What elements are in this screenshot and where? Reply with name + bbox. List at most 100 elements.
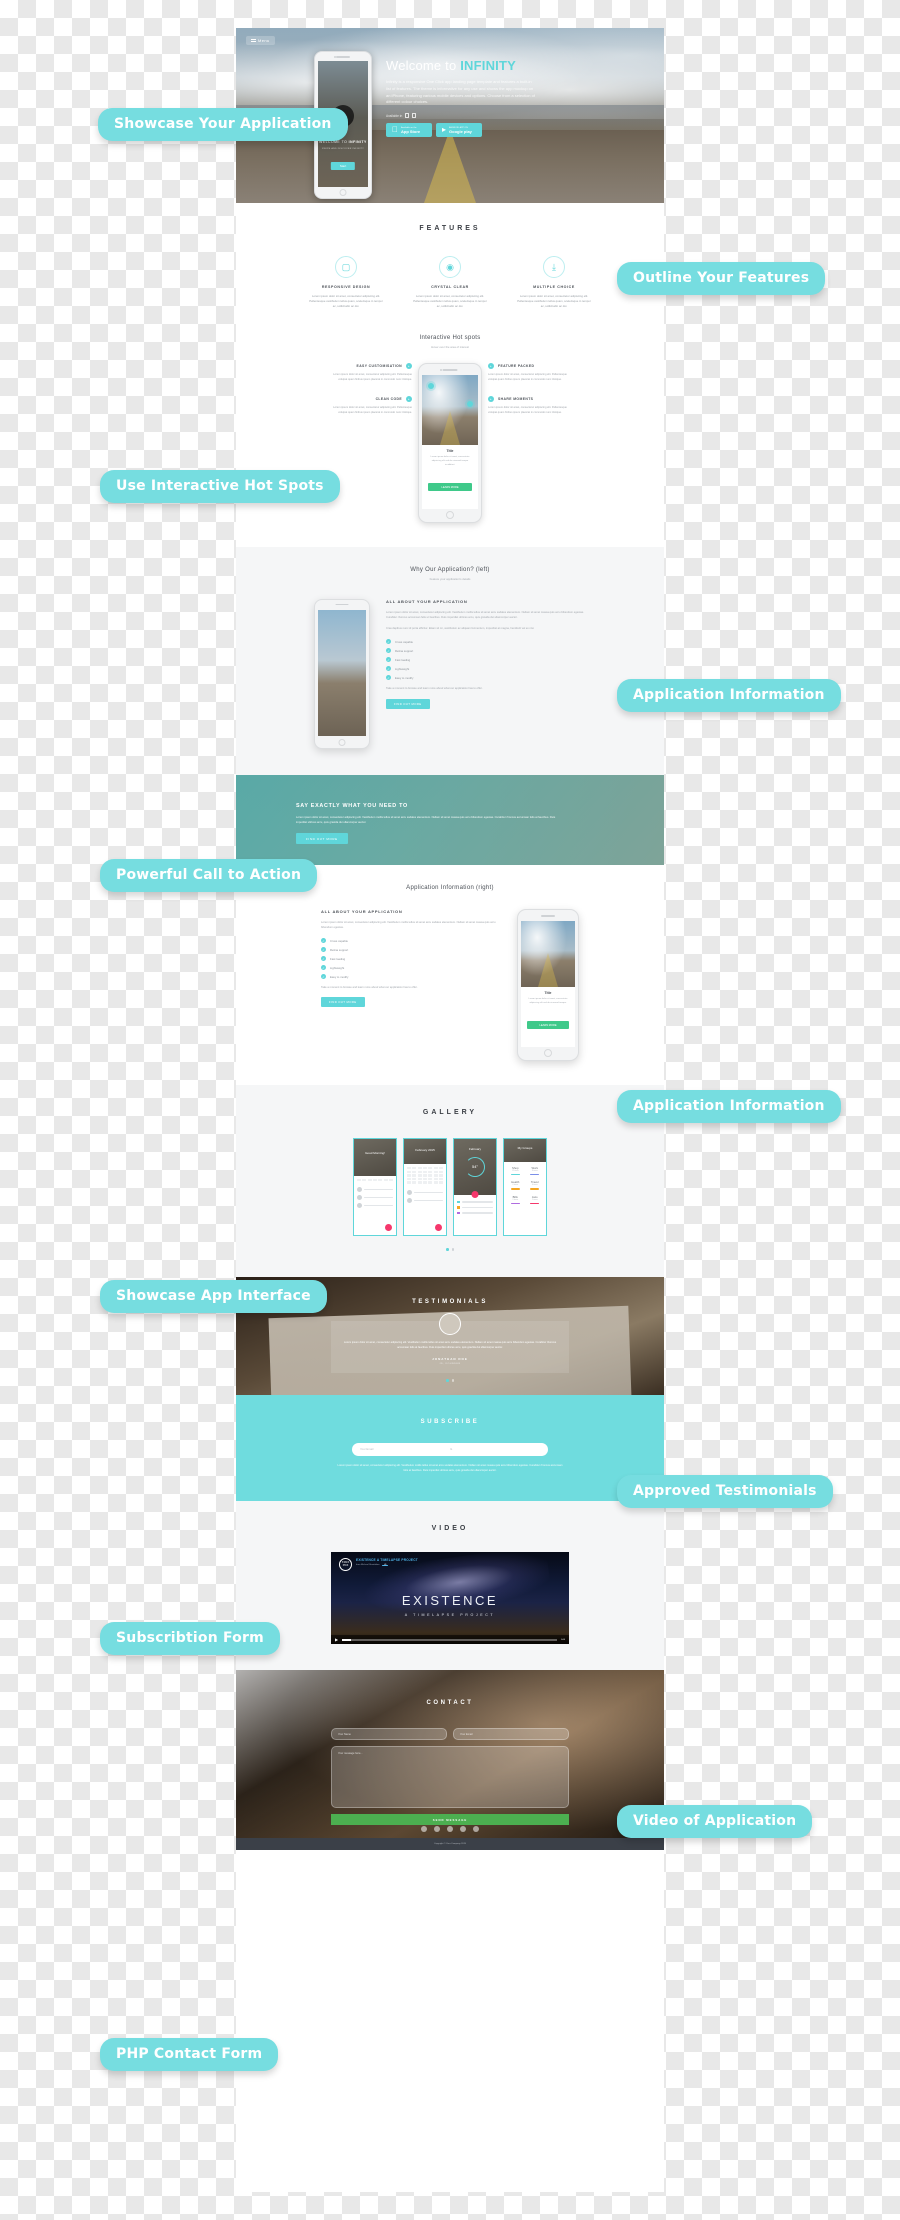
- feature-item: ▢ RESPONSIVE DESIGN Lorem ipsum dolor si…: [309, 256, 383, 309]
- hotspots-phone-screen: Title Lorem ipsum dolor sit amet, consec…: [422, 375, 478, 510]
- appinfo-subheading: Feature your application's details: [429, 577, 471, 582]
- testimonials-pagination[interactable]: [236, 1379, 664, 1382]
- cell-sub: 2 items: [531, 1198, 538, 1201]
- hero-copy: Welcome to INFINITY Infinity is a respon…: [386, 58, 536, 138]
- send-icon[interactable]: ➤: [450, 1447, 540, 1451]
- subscribe-email-input[interactable]: Your Email: [360, 1447, 450, 1451]
- hero-title: Welcome to INFINITY: [386, 58, 536, 73]
- contact-email-input[interactable]: Your Email: [453, 1728, 569, 1741]
- hotspots-right-column: + FEATURE PACKED Lorem ipsum dolor sit a…: [488, 363, 574, 430]
- google-plus-icon[interactable]: [447, 1826, 453, 1833]
- app-store-button[interactable]:  Available on the App Store: [386, 123, 432, 138]
- text-placeholder: [461, 1201, 493, 1203]
- video-brand: STAFF PICK EXISTENCE A TIMELAPSE PROJECT…: [339, 1558, 418, 1572]
- hotspot-item[interactable]: + FEATURE PACKED Lorem ipsum dolor sit a…: [488, 363, 574, 382]
- list-item-label: Cross capable: [395, 639, 413, 644]
- facebook-icon[interactable]: [421, 1826, 427, 1833]
- add-fab-icon[interactable]: [435, 1224, 442, 1232]
- pagination-dot[interactable]: [451, 1248, 454, 1251]
- appinfo2-find-out-more-button[interactable]: FIND OUT MORE: [321, 997, 365, 1008]
- phone-start-button[interactable]: Start: [330, 161, 356, 170]
- send-message-button[interactable]: SEND MESSAGE: [331, 1814, 569, 1826]
- hotspot-dot-icon[interactable]: +: [488, 363, 494, 370]
- hotspots-phone-image: [422, 375, 478, 445]
- contact-message-textarea[interactable]: Your message here...: [331, 1746, 569, 1809]
- cell-underline: [530, 1188, 540, 1190]
- list-item: ✓ Lightweight: [321, 965, 501, 971]
- hotspot-item[interactable]: CLEAN CODE + Lorem ipsum dolor sit amet,…: [326, 396, 412, 415]
- hotspot-dot-icon[interactable]: +: [488, 396, 494, 403]
- play-icon[interactable]: ▶: [335, 1637, 338, 1642]
- text-placeholder: [461, 1212, 493, 1214]
- tablet-device-icon: [412, 113, 417, 119]
- appinfo-body-heading: ALL ABOUT YOUR APPLICATION: [386, 599, 468, 605]
- pagination-dot[interactable]: [451, 1379, 454, 1382]
- avatar: [357, 1194, 362, 1200]
- gallery-row: Good Morning! February 2015 February 54°…: [236, 1138, 664, 1237]
- contact-name-email-row: Your Name Your Email: [331, 1728, 569, 1741]
- social-links[interactable]: [236, 1826, 664, 1833]
- gallery-screen[interactable]: February 54°: [453, 1138, 497, 1237]
- hotspot-item[interactable]: EASY CUSTOMISATION + Lorem ipsum dolor s…: [326, 363, 412, 382]
- grid-cell[interactable]: Auto 2 items: [528, 1195, 543, 1204]
- grid-cell[interactable]: Bills 3 items: [508, 1195, 523, 1204]
- video-controls[interactable]: ▶ 0:00: [331, 1635, 569, 1645]
- add-fab-icon[interactable]: [385, 1224, 392, 1232]
- grid-cell[interactable]: Health 4 items: [508, 1180, 523, 1190]
- gallery-pagination[interactable]: [236, 1248, 664, 1251]
- hotspots-subheading: Hover over the area of interest: [431, 345, 469, 350]
- list-item: ✓ Easy to modify: [386, 675, 586, 681]
- menu-button[interactable]: Menu: [246, 36, 275, 45]
- instagram-icon[interactable]: [460, 1826, 466, 1833]
- list-item-label: Cross capable: [330, 938, 348, 943]
- gallery-screen[interactable]: Good Morning!: [353, 1138, 397, 1237]
- hotspot-dot-icon[interactable]: +: [406, 363, 412, 370]
- grid-cell[interactable]: Work 8 items: [528, 1166, 543, 1176]
- pagination-dot[interactable]: [446, 1379, 449, 1382]
- twitter-icon[interactable]: [434, 1826, 440, 1833]
- hotspot-item[interactable]: + SHARE MOMENTS Lorem ipsum dolor sit am…: [488, 396, 574, 415]
- hotspot-marker-icon[interactable]: [428, 383, 434, 390]
- contact-heading: CONTACT: [426, 1700, 474, 1707]
- cell-underline: [530, 1202, 540, 1204]
- gallery-screen[interactable]: My Groups Shop 12 items Work 8 items Healt…: [503, 1138, 547, 1237]
- check-icon: ✓: [321, 947, 326, 953]
- list-item-label: Lightweight: [330, 965, 345, 970]
- hotspot-marker-icon[interactable]: [467, 401, 473, 408]
- app-information-right-section: Application Information (right) ALL ABOU…: [236, 865, 664, 1086]
- gallery-list: [454, 1195, 496, 1221]
- grid-cell[interactable]: Travel 6 items: [528, 1180, 543, 1190]
- video-big-title: EXISTENCE: [401, 1592, 499, 1608]
- video-heading: VIDEO: [431, 1525, 469, 1533]
- check-icon: ✓: [386, 666, 391, 672]
- template-preview-page: Menu ∞ WELCOME TO INFINITY SWIPE AND DIS…: [236, 28, 664, 2192]
- google-play-button[interactable]: ▸ ANDROID APP ON Google play: [436, 123, 482, 138]
- card-learn-more-button[interactable]: LEARN MORE: [428, 483, 472, 492]
- appinfo-find-out-more-button[interactable]: FIND OUT MORE: [386, 698, 430, 709]
- contact-name-input[interactable]: Your Name: [331, 1728, 447, 1741]
- pagination-dot[interactable]: [446, 1248, 449, 1251]
- appinfo-list: ✓ Cross capable ✓ Retina support ✓ Fast loa…: [386, 639, 586, 681]
- mobile-glyph: ▢: [341, 261, 351, 272]
- grid-cell[interactable]: Shop 12 items: [508, 1166, 523, 1176]
- video-progress-bar[interactable]: [342, 1639, 558, 1641]
- callout-badge-approved-testimonials: Approved Testimonials: [617, 1475, 833, 1508]
- cta-button[interactable]: FIND OUT MORE: [296, 833, 348, 845]
- dribbble-icon[interactable]: [473, 1826, 479, 1833]
- list-item-label: Retina support: [330, 947, 349, 952]
- list-item: ✓ Fast loading: [386, 657, 586, 663]
- feature-item: ◉ CRYSTAL CLEAR Lorem ipsum dolor sit am…: [413, 256, 487, 309]
- subscribe-heading: SUBSCRIBE: [420, 1418, 480, 1425]
- card-learn-more-button[interactable]: LEARN MORE: [527, 1021, 569, 1030]
- action-fab-icon[interactable]: [471, 1190, 479, 1198]
- subscribe-paragraph: Lorem ipsum dolor sit amet, consectetur …: [337, 1463, 563, 1472]
- gallery-screen[interactable]: February 2015: [403, 1138, 447, 1237]
- hotspot-dot-icon[interactable]: +: [406, 396, 412, 403]
- hotspot-text: Lorem ipsum dolor sit amet, consectetur …: [488, 373, 567, 381]
- eye-glyph: ◉: [446, 261, 454, 272]
- gallery-screen-title: My Groups: [517, 1146, 533, 1150]
- bullet-icon: [457, 1206, 460, 1209]
- subscribe-form[interactable]: Your Email ➤: [352, 1442, 548, 1456]
- video-player[interactable]: STAFF PICK EXISTENCE A TIMELAPSE PROJECT…: [331, 1552, 569, 1645]
- video-sub-title: A TIMELAPSE PROJECT: [404, 1613, 496, 1618]
